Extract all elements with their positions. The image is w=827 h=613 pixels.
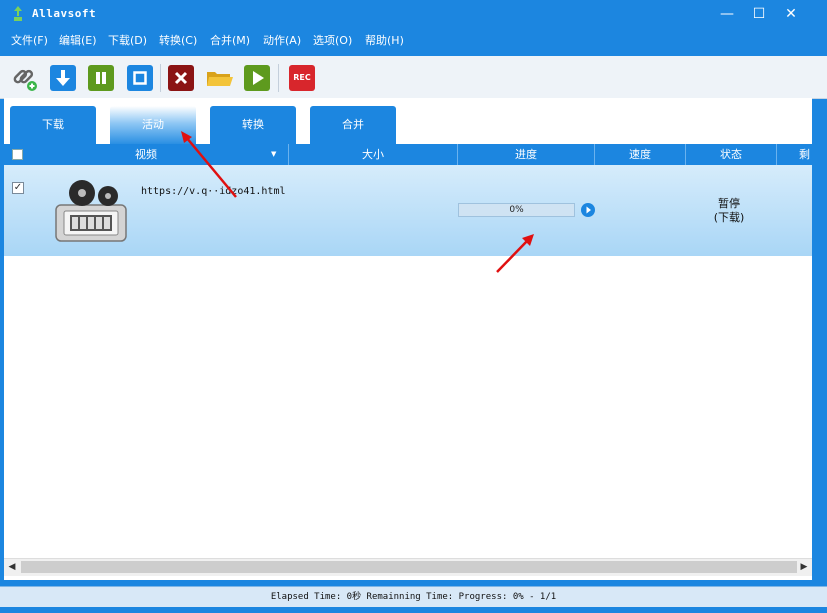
app-logo-icon	[14, 6, 22, 21]
menu-file[interactable]: 文件(F)	[11, 32, 48, 48]
add-link-button[interactable]	[11, 65, 37, 91]
play-button[interactable]	[244, 65, 270, 91]
grid-header: 视频 ▼ 大小 进度 速度 状态 剩	[4, 144, 812, 165]
tab-download[interactable]: 下载	[10, 106, 96, 144]
maximize-button[interactable]: ☐	[744, 2, 774, 26]
status-cell: 暂停 (下载)	[684, 197, 774, 225]
row-checkbox[interactable]: ✓	[12, 182, 24, 194]
menu-action[interactable]: 动作(A)	[263, 32, 301, 48]
pause-button[interactable]	[88, 65, 114, 91]
sort-arrow-icon: ▼	[271, 150, 277, 158]
column-progress[interactable]: 进度	[458, 144, 595, 165]
record-button[interactable]: REC	[289, 65, 315, 91]
status-subtext: (下载)	[713, 211, 745, 224]
toolbar-divider	[160, 64, 161, 92]
stop-button[interactable]	[127, 65, 153, 91]
tab-convert[interactable]: 转换	[210, 106, 296, 144]
folder-icon	[207, 72, 233, 86]
tab-merge[interactable]: 合并	[310, 106, 396, 144]
column-speed[interactable]: 速度	[595, 144, 686, 165]
record-icon: REC	[293, 73, 311, 82]
horizontal-scrollbar[interactable]: ◀ ▶	[4, 558, 812, 576]
progress-bar: 0%	[458, 203, 575, 217]
app-window: Allavsoft — ☐ ✕ 文件(F) 编辑(E) 下载(D) 转换(C) …	[0, 0, 827, 613]
open-folder-button[interactable]	[206, 65, 233, 91]
video-url: https://v.q··idzo41.html	[141, 186, 286, 197]
scroll-right-arrow-icon[interactable]: ▶	[796, 559, 812, 576]
menu-edit[interactable]: 编辑(E)	[59, 32, 97, 48]
table-row[interactable]: ✓ https://v.q··idzo41.html 0% 暂停 (下载)	[4, 165, 812, 256]
column-status[interactable]: 状态	[686, 144, 777, 165]
link-add-icon	[13, 69, 37, 91]
window-title: Allavsoft	[32, 7, 97, 20]
status-bar: Elapsed Time: 0秒 Remainning Time: Progre…	[0, 586, 827, 607]
menu-download[interactable]: 下载(D)	[108, 32, 147, 48]
delete-button[interactable]	[168, 65, 194, 91]
close-button[interactable]: ✕	[776, 2, 806, 26]
scroll-left-arrow-icon[interactable]: ◀	[4, 559, 20, 576]
menu-help[interactable]: 帮助(H)	[365, 32, 404, 48]
title-bar: Allavsoft — ☐ ✕	[0, 0, 827, 28]
menu-merge[interactable]: 合并(M)	[210, 32, 250, 48]
status-text: 暂停	[718, 197, 740, 210]
column-video-label: 视频	[135, 148, 157, 161]
tab-bar: 下载 活动 转换 合并	[4, 98, 812, 144]
tab-active[interactable]: 活动	[110, 106, 196, 144]
stop-icon	[133, 71, 147, 85]
column-size[interactable]: 大小	[289, 144, 458, 165]
download-icon	[56, 70, 70, 86]
column-video[interactable]: 视频	[4, 144, 289, 165]
task-list: 视频 ▼ 大小 进度 速度 状态 剩 ✓ https://v.q··idzo41…	[4, 144, 812, 580]
toolbar-divider	[278, 64, 279, 92]
download-button[interactable]	[50, 65, 76, 91]
list-empty-area	[4, 256, 812, 556]
minimize-button[interactable]: —	[712, 2, 742, 26]
menu-options[interactable]: 选项(O)	[313, 32, 352, 48]
delete-icon	[174, 71, 188, 85]
column-remaining[interactable]: 剩	[777, 144, 812, 165]
menu-convert[interactable]: 转换(C)	[159, 32, 197, 48]
menu-bar: 文件(F) 编辑(E) 下载(D) 转换(C) 合并(M) 动作(A) 选项(O…	[0, 28, 827, 50]
resume-play-icon[interactable]	[581, 203, 595, 217]
progress-label: 0%	[509, 205, 524, 215]
toolbar: REC	[0, 56, 827, 99]
scrollbar-thumb[interactable]	[21, 561, 797, 573]
play-icon	[253, 71, 264, 85]
pause-icon	[96, 72, 106, 84]
video-thumbnail-icon	[55, 180, 127, 242]
